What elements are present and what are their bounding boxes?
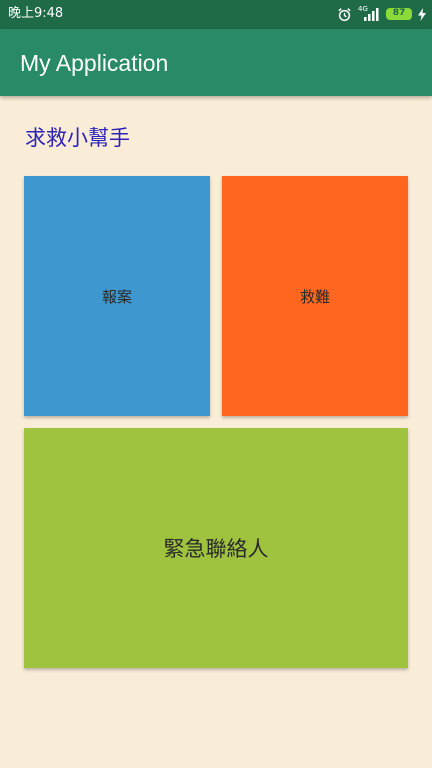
emergency-contacts-button[interactable]: 緊急聯絡人 bbox=[24, 428, 408, 668]
app-bar: My Application bbox=[0, 29, 432, 96]
status-icons: 4G 87 bbox=[337, 5, 426, 23]
report-button-label: 報案 bbox=[101, 287, 132, 306]
alarm-icon bbox=[337, 7, 352, 22]
page-heading: 求救小幫手 bbox=[25, 126, 130, 150]
battery-icon: 87 bbox=[386, 8, 412, 20]
signal-icon: 4G bbox=[358, 5, 380, 21]
rescue-button-label: 救難 bbox=[299, 287, 330, 306]
network-type-label: 4G bbox=[358, 5, 368, 13]
report-button[interactable]: 報案 bbox=[24, 176, 210, 416]
rescue-button[interactable]: 救難 bbox=[222, 176, 408, 416]
app-title: My Application bbox=[20, 50, 169, 76]
status-time: 晚上9:48 bbox=[8, 6, 64, 21]
charging-icon bbox=[418, 7, 426, 21]
emergency-contacts-label: 緊急聯絡人 bbox=[163, 537, 269, 561]
status-bar: 晚上9:48 4G 87 bbox=[0, 0, 432, 29]
